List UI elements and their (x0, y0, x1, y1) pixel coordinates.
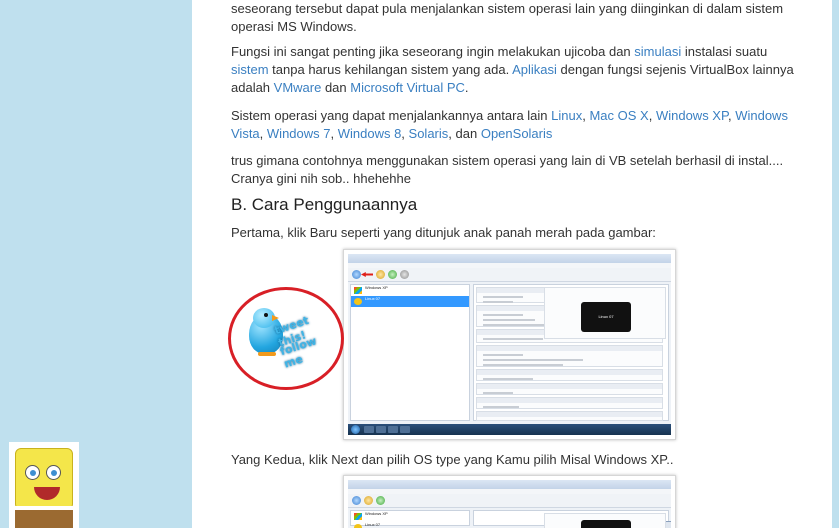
windows-xp-icon (354, 513, 362, 520)
vm-list-pane: Windows XP Linux 07 (350, 510, 470, 528)
text-span: Fungsi ini sangat penting jika seseorang… (231, 44, 635, 59)
link-microsoft-virtual-pc[interactable]: Microsoft Virtual PC (350, 80, 465, 95)
windows-xp-icon (354, 287, 362, 294)
vm-list-item-selected: Linux 07 (351, 296, 469, 307)
twitter-follow-badge[interactable]: tweet this! follow me (228, 287, 344, 390)
vm-name: Linux 07 (365, 296, 381, 301)
link-solaris[interactable]: Solaris (409, 126, 449, 141)
vm-name: Windows XP (365, 511, 388, 516)
link-simulasi[interactable]: simulasi (634, 44, 681, 59)
new-vm-icon (352, 496, 361, 505)
article-content: seseorang tersebut dapat pula menjalanka… (192, 0, 832, 528)
link-aplikasi[interactable]: Aplikasi (512, 62, 557, 77)
link-sistem[interactable]: sistem (231, 62, 269, 77)
settings-icon (364, 496, 373, 505)
paragraph-how-to: trus gimana contohnya menggunakan sistem… (231, 153, 784, 186)
window-toolbar (348, 494, 671, 508)
details-section (476, 397, 663, 409)
linux-icon (354, 298, 362, 305)
red-arrow-icon (361, 272, 373, 277)
vm-list-pane: Windows XP Linux 07 (350, 284, 470, 421)
vm-list-item: Windows XP (351, 511, 469, 522)
paragraph-step-one: Pertama, klik Baru seperti yang ditunjuk… (231, 225, 656, 240)
windows-taskbar (348, 424, 671, 435)
text-span: dan (455, 126, 478, 141)
windows-start-icon (351, 425, 360, 434)
spongebob-right-eye (46, 465, 61, 480)
link-windows-8[interactable]: Windows 8 (338, 126, 402, 141)
vm-list-item: Linux 07 (351, 522, 469, 528)
window-toolbar (348, 268, 671, 282)
details-section (476, 345, 663, 367)
text-span: dan (321, 80, 351, 95)
paragraph-step-two: Yang Kedua, klik Next dan pilih OS type … (231, 452, 674, 467)
new-vm-icon (352, 270, 361, 279)
preview-screen: Linux 07 (581, 302, 631, 332)
spongebob-left-eye (25, 465, 40, 480)
spongebob-widget-icon[interactable] (9, 442, 79, 528)
vm-name: Linux 07 (365, 522, 381, 527)
link-vmware[interactable]: VMware (274, 80, 322, 95)
spongebob-body (15, 448, 73, 510)
spongebob-pants (15, 510, 73, 528)
virtualbox-screenshot-2[interactable]: Windows XP Linux 07 (343, 475, 676, 528)
text-span: Sistem operasi yang dapat menjalankannya… (231, 108, 552, 123)
preview-panel: Linux 07 (544, 287, 666, 339)
section-heading: B. Cara Penggunaannya (231, 195, 418, 214)
details-section (476, 383, 663, 395)
paragraph-function: Fungsi ini sangat penting jika seseorang… (231, 43, 801, 97)
virtualbox-screenshot-1[interactable]: Windows XP Linux 07 Linux 07 (343, 249, 676, 440)
details-section (476, 411, 663, 421)
linux-icon (354, 524, 362, 528)
spongebob-mouth (34, 487, 60, 500)
text-span: instalasi suatu (681, 44, 768, 59)
window-titlebar (348, 254, 671, 263)
text-span: . (464, 80, 469, 95)
settings-icon (376, 270, 385, 279)
details-section (476, 369, 663, 381)
vm-list-item: Windows XP (351, 285, 469, 296)
preview-panel (544, 513, 666, 528)
text-span: tanpa harus kehilangan sistem yang ada. (268, 62, 513, 77)
vm-details-pane: Linux 07 (473, 284, 669, 421)
link-opensolaris[interactable]: OpenSolaris (481, 126, 553, 141)
link-windows-7[interactable]: Windows 7 (267, 126, 331, 141)
paragraph-supported-os: Sistem operasi yang dapat menjalankannya… (231, 108, 788, 141)
vm-details-pane (473, 510, 671, 528)
start-vm-icon (376, 496, 385, 505)
right-sidebar-strip (832, 0, 839, 528)
link-windows-xp[interactable]: Windows XP (656, 108, 728, 123)
discard-icon (400, 270, 409, 279)
twitter-bird-beak (272, 315, 279, 321)
start-vm-icon (388, 270, 397, 279)
paragraph-intro-end: seseorang tersebut dapat pula menjalanka… (231, 1, 784, 34)
link-linux[interactable]: Linux (551, 108, 582, 123)
link-mac-os-x[interactable]: Mac OS X (589, 108, 648, 123)
vm-name: Windows XP (365, 285, 388, 290)
virtualbox-window: Windows XP Linux 07 (348, 480, 671, 528)
virtualbox-window: Windows XP Linux 07 Linux 07 (348, 254, 671, 435)
twitter-bird-eye (264, 313, 268, 317)
twitter-bird-feet (258, 352, 276, 356)
window-titlebar (348, 480, 671, 489)
